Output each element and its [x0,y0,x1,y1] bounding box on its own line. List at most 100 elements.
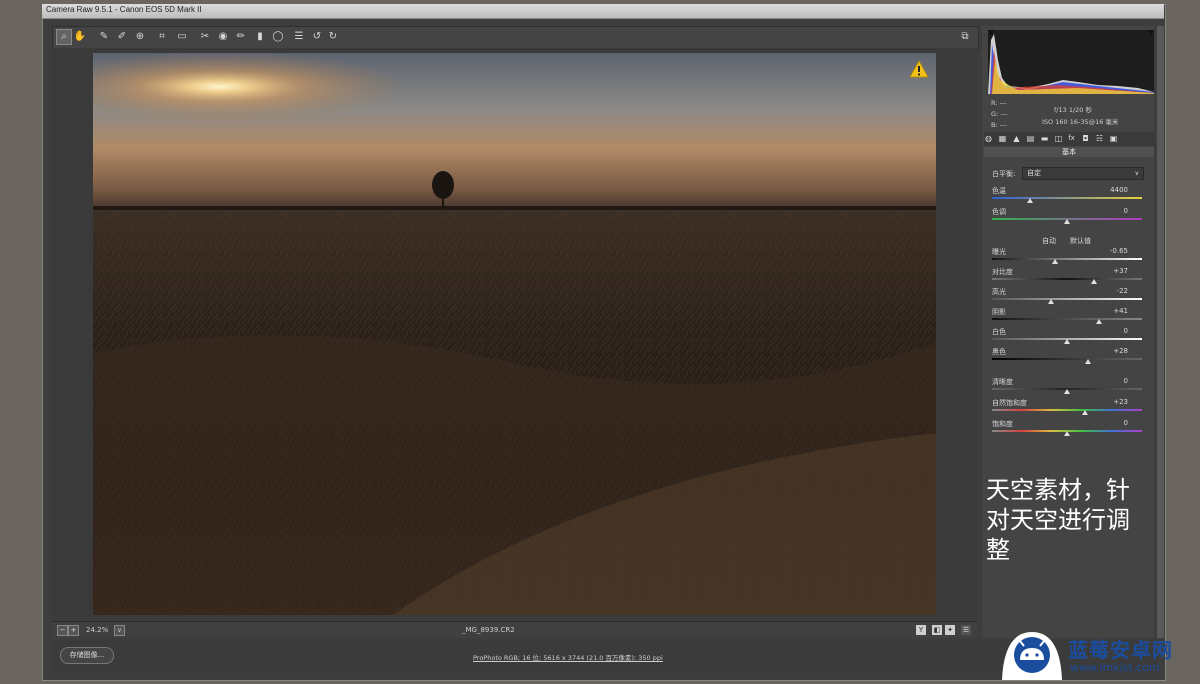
highlights-slider-thumb[interactable] [1047,299,1054,304]
photo-preview[interactable] [93,53,936,615]
zoom-out-button[interactable]: − [57,625,68,636]
rgb-g: G: --- [991,110,1008,118]
rgb-r: R: --- [991,99,1007,107]
clarity-label: 清晰度 [992,378,1013,386]
tab-snapshots-icon[interactable]: ▣ [1109,134,1118,143]
saturation-label: 饱和度 [992,420,1013,428]
rotate-cw-icon[interactable]: ↻ [326,30,340,44]
exposure-slider-thumb[interactable] [1052,259,1058,264]
radial-filter-icon[interactable]: ◯ [271,30,285,44]
toggle-settings-icon[interactable]: ✦ [945,625,955,635]
shadows-slider-thumb[interactable] [1095,319,1102,324]
status-bar: − + 24.2% ∨ _MG_8939.CR2 Y ◧ ✦ ☰ [52,621,977,638]
red-eye-icon[interactable]: ◉ [216,30,230,44]
before-after-y-button[interactable]: Y [916,625,926,635]
histogram [988,30,1154,94]
title-bar: Camera Raw 9.5.1 - Canon EOS 5D Mark II [42,4,1164,19]
iso-lens: ISO 160 16-35@16 毫米 [1042,118,1119,126]
panel-tabs: ◍ ▦ ▲ ▤ ▬ ◫ fx ◘ ☵ ▣ [984,132,1154,146]
preview-preferences-icon[interactable]: ☰ [961,625,971,635]
temperature-value[interactable]: 4400 [1098,186,1128,194]
clarity-slider-thumb[interactable] [1064,389,1070,394]
shadows-slider-track[interactable] [992,318,1142,320]
contrast-value[interactable]: +37 [1098,267,1128,275]
rgb-b: B: --- [991,121,1007,129]
tab-presets-icon[interactable]: ☵ [1095,134,1104,143]
tint-slider-thumb[interactable] [1064,219,1070,224]
tab-detail-icon[interactable]: ▲ [1012,134,1021,143]
camera-info: R: --- G: --- B: --- f/13 1/20 秒 ISO 160… [988,96,1154,130]
temperature-slider-track[interactable] [992,197,1142,199]
graduated-filter-icon[interactable]: ▮ [253,30,267,44]
hand-tool-icon[interactable]: ✋ [73,30,87,44]
vibrance-slider-track[interactable] [992,409,1142,411]
shadow-clip-icon [988,30,994,36]
highlights-value[interactable]: -22 [1098,287,1128,295]
blacks-slider-track[interactable] [992,358,1142,360]
clarity-value[interactable]: 0 [1098,377,1128,385]
watermark-logo-icon [998,628,1066,680]
crop-tool-icon[interactable]: ⌗ [155,30,169,44]
white-balance-value: 自定 [1027,169,1041,177]
blacks-value[interactable]: +28 [1098,347,1128,355]
caption-overlay: 天空素材，针对天空进行调整 [986,476,1130,564]
default-link[interactable]: 默认值 [1070,236,1091,246]
shadows-value[interactable]: +41 [1098,307,1128,315]
straighten-tool-icon[interactable]: ▭ [175,30,189,44]
whites-value[interactable]: 0 [1098,327,1128,335]
temperature-label: 色温 [992,187,1006,195]
file-name: _MG_8939.CR2 [462,626,515,634]
chevron-down-icon: ∨ [1134,170,1139,177]
zoom-dropdown-icon[interactable]: ∨ [114,625,125,636]
targeted-adjustment-icon[interactable]: ⊕ [133,30,147,44]
adjustment-brush-icon[interactable]: ✏ [234,30,248,44]
tab-lens-icon[interactable]: ◫ [1054,134,1063,143]
vibrance-slider-thumb[interactable] [1082,410,1088,415]
aperture-shutter: f/13 1/20 秒 [1054,106,1092,114]
white-balance-select[interactable]: 自定 ∨ [1022,167,1144,180]
contrast-slider-track[interactable] [992,278,1142,280]
preferences-icon[interactable]: ☰ [292,30,306,44]
tint-value[interactable]: 0 [1098,207,1128,215]
vibrance-value[interactable]: +23 [1098,398,1128,406]
highlight-clip-icon [1148,30,1154,36]
white-balance-tool-icon[interactable]: ✎ [97,30,111,44]
contrast-slider-thumb[interactable] [1091,279,1097,284]
panel-scrollbar[interactable] [1157,26,1164,638]
spot-removal-icon[interactable]: ✂ [198,30,212,44]
white-balance-label: 白平衡: [992,170,1016,178]
whites-slider-thumb[interactable] [1064,339,1070,344]
before-after-icon[interactable]: ◧ [932,625,942,635]
warning-icon[interactable] [909,60,929,78]
color-sampler-tool-icon[interactable]: ✐ [115,30,129,44]
tab-split-toning-icon[interactable]: ▬ [1040,134,1049,143]
zoom-in-button[interactable]: + [68,625,79,636]
tab-hsl-icon[interactable]: ▤ [1026,134,1035,143]
zoom-level: 24.2% [86,626,109,634]
blacks-label: 黑色 [992,348,1006,356]
fullscreen-icon[interactable]: ⧉ [958,30,972,44]
auto-link[interactable]: 自动 [1042,236,1056,246]
tab-effects-icon[interactable]: fx [1067,134,1076,143]
exposure-value[interactable]: -0.65 [1098,247,1128,255]
exposure-label: 曝光 [992,248,1006,256]
toolbar: ⌕ ✋ ✎ ✐ ⊕ ⌗ ▭ ✂ ◉ ✏ ▮ ◯ ☰ ↺ ↻ ⧉ [52,26,979,50]
tab-tone-curve-icon[interactable]: ▦ [998,134,1007,143]
blacks-slider-thumb[interactable] [1085,359,1091,364]
watermark-url: www.lmkjst.com [1070,661,1160,674]
rotate-ccw-icon[interactable]: ↺ [310,30,324,44]
workflow-options-link[interactable]: ProPhoto RGB; 16 位; 5616 x 3744 (21.0 百万… [473,652,663,662]
saturation-value[interactable]: 0 [1098,419,1128,427]
tab-basic-icon[interactable]: ◍ [984,134,993,143]
saturation-slider-thumb[interactable] [1064,431,1070,436]
save-image-button[interactable]: 存储图像... [60,647,114,664]
site-watermark: 蓝莓安卓网 www.lmkjst.com [998,628,1198,680]
zoom-tool-icon[interactable]: ⌕ [56,29,72,45]
highlights-slider-track[interactable] [992,298,1142,300]
watermark-title: 蓝莓安卓网 [1068,638,1173,662]
temperature-slider-thumb[interactable] [1026,198,1033,203]
shadows-label: 阴影 [992,308,1006,316]
vibrance-label: 自然饱和度 [992,399,1027,407]
exposure-slider-track[interactable] [992,258,1142,260]
tab-camera-calibration-icon[interactable]: ◘ [1081,134,1090,143]
